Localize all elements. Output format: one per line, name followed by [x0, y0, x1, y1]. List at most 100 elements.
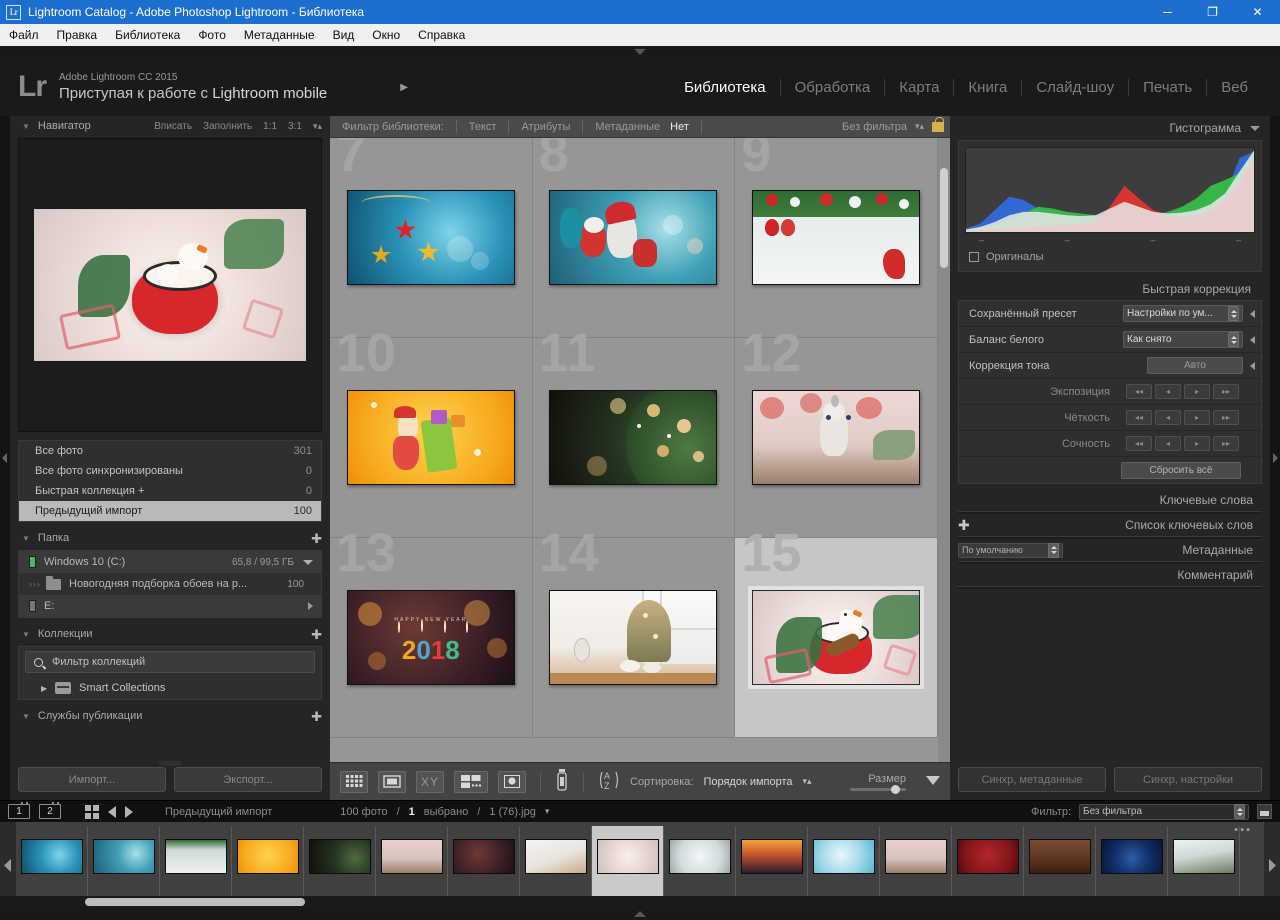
catalog-row-quick-collection[interactable]: Быстрая коллекция + 0 [19, 481, 321, 501]
exposure-increase-large[interactable]: ▸▸ [1213, 384, 1239, 399]
go-back-icon[interactable] [108, 805, 116, 818]
clarity-decrease[interactable]: ◂ [1155, 410, 1181, 425]
grid-cell[interactable]: 11 [532, 326, 736, 538]
clarity-decrease-large[interactable]: ◂◂ [1126, 410, 1152, 425]
module-print[interactable]: Печать [1128, 78, 1206, 96]
collapse-arrow-icon[interactable] [1250, 309, 1255, 318]
grid-cell[interactable]: 7 [330, 138, 533, 338]
checkbox-icon[interactable] [969, 252, 979, 262]
publish-services-header[interactable]: ▼ Службы публикации ✚ [10, 706, 330, 726]
folders-header[interactable]: ▼ Папка ✚ [10, 528, 330, 548]
collapse-arrow-icon[interactable] [1250, 361, 1255, 370]
menu-window[interactable]: Окно [363, 24, 409, 46]
right-panel-toggle[interactable] [1270, 116, 1280, 800]
histogram-chart[interactable] [965, 147, 1255, 233]
metadata-preset-select[interactable]: По умолчанию [958, 542, 1063, 558]
spray-can-icon[interactable] [555, 769, 569, 794]
originals-row[interactable]: Оригиналы [965, 245, 1255, 265]
module-book[interactable]: Книга [953, 78, 1021, 96]
toolbar-options-icon[interactable] [926, 775, 940, 788]
photo-thumbnail[interactable]: HAPPY NEW YEAR 2018 [346, 590, 515, 685]
module-slideshow[interactable]: Слайд-шоу [1021, 78, 1128, 96]
collection-filter-input[interactable]: Фильтр коллекций [25, 651, 315, 673]
export-button[interactable]: Экспорт... [174, 767, 322, 792]
photo-thumbnail[interactable] [549, 590, 718, 685]
photo-thumbnail-selected[interactable] [748, 586, 925, 689]
lock-icon[interactable] [932, 116, 944, 132]
vibrance-decrease-large[interactable]: ◂◂ [1126, 436, 1152, 451]
disclosure-triangle-icon[interactable]: ▼ [22, 712, 30, 721]
filter-tab-none[interactable]: Нет [670, 121, 689, 133]
metadata-header[interactable]: По умолчанию Метаданные [958, 539, 1262, 561]
filter-flag-icon[interactable] [1257, 804, 1272, 819]
chevron-right-icon[interactable]: ▶ [41, 684, 47, 693]
go-forward-icon[interactable] [125, 805, 133, 818]
filmstrip-source[interactable]: Предыдущий импорт [165, 806, 272, 818]
disclosure-triangle-icon[interactable] [1250, 125, 1260, 131]
stepper-icon[interactable] [1228, 332, 1239, 347]
exposure-decrease-large[interactable]: ◂◂ [1126, 384, 1152, 399]
stepper-icon[interactable] [1048, 542, 1059, 558]
compare-view-icon[interactable]: XY [416, 770, 444, 793]
menu-library[interactable]: Библиотека [106, 24, 189, 46]
maximize-button[interactable]: ❐ [1190, 0, 1235, 24]
comments-header[interactable]: Комментарий [958, 564, 1262, 586]
panel-resize-handle[interactable] [159, 761, 181, 766]
collection-smart-collections[interactable]: ▶ Smart Collections [19, 677, 321, 699]
identity-plate[interactable]: Lr Adobe Lightroom CC 2015 Приступая к р… [18, 72, 408, 103]
menu-help[interactable]: Справка [409, 24, 474, 46]
grid-cell[interactable]: 12 [735, 326, 938, 538]
add-folder-icon[interactable]: ✚ [311, 532, 322, 545]
stepper-icon[interactable] [1234, 804, 1245, 819]
grid-view-toggle-icon[interactable] [85, 804, 99, 819]
grid-scrollbar[interactable] [938, 138, 950, 762]
top-panel-toggle[interactable] [0, 46, 1280, 58]
histogram-header[interactable]: Гистограмма [950, 116, 1270, 140]
filename-dropdown-icon[interactable]: ▾ [545, 806, 550, 817]
filmstrip-filename[interactable]: 1 (76).jpg [489, 806, 535, 818]
module-web[interactable]: Веб [1206, 78, 1262, 96]
photo-thumbnail[interactable] [346, 190, 515, 285]
bottom-panel-toggle[interactable] [0, 908, 1280, 920]
chevron-down-icon[interactable] [303, 559, 313, 565]
sort-direction-icon[interactable]: AZ [598, 769, 620, 794]
exposure-increase[interactable]: ▸ [1184, 384, 1210, 399]
menu-file[interactable]: Файл [0, 24, 48, 46]
navigator-header[interactable]: ▼ Навигатор Вписать Заполнить 1:1 3:1 ▾▴ [10, 116, 330, 136]
clarity-increase[interactable]: ▸ [1184, 410, 1210, 425]
grid-cell[interactable]: 13 HAPPY NEW YEAR 2018 [330, 526, 533, 738]
minimize-button[interactable]: ─ [1145, 0, 1190, 24]
saved-preset-select[interactable]: Настройки по ум... [1123, 305, 1243, 322]
menu-photo[interactable]: Фото [189, 24, 235, 46]
photo-thumbnail[interactable] [549, 390, 718, 485]
zoom-stepper-icon[interactable]: ▾▴ [313, 121, 322, 132]
folder-volume-e[interactable]: E: [19, 595, 321, 617]
grid-scrollbar-thumb[interactable] [940, 168, 948, 268]
navigator-preview[interactable] [18, 138, 322, 432]
menu-edit[interactable]: Правка [48, 24, 107, 46]
zoom-fill[interactable]: Заполнить [203, 121, 252, 132]
folder-item[interactable]: ››› Новогодняя подборка обоев на р... 10… [19, 573, 321, 595]
module-develop[interactable]: Обработка [779, 78, 885, 96]
keyword-list-header[interactable]: ✚ Список ключевых слов [958, 514, 1262, 536]
import-button[interactable]: Импорт... [18, 767, 166, 792]
grid-cell-selected[interactable]: 15 [735, 526, 938, 738]
filter-tab-text[interactable]: Текст [469, 121, 497, 133]
filter-tab-metadata[interactable]: Метаданные [595, 121, 660, 133]
menu-metadata[interactable]: Метаданные [235, 24, 324, 46]
zoom-fit[interactable]: Вписать [154, 121, 192, 132]
filmstrip-options-icon[interactable]: ▪▪▪ [1234, 824, 1252, 836]
catalog-row-all-synced[interactable]: Все фото синхронизированы 0 [19, 461, 321, 481]
chevron-right-icon[interactable] [308, 602, 313, 610]
grid-view-icon[interactable] [340, 770, 368, 793]
catalog-row-all-photos[interactable]: Все фото 301 [19, 441, 321, 461]
loupe-view-icon[interactable] [378, 770, 406, 793]
zoom-1-1[interactable]: 1:1 [263, 121, 277, 132]
photo-thumbnail[interactable] [752, 190, 921, 285]
photo-thumbnail[interactable] [752, 390, 921, 485]
vibrance-increase[interactable]: ▸ [1184, 436, 1210, 451]
white-balance-select[interactable]: Как снято [1123, 331, 1243, 348]
add-keyword-icon[interactable]: ✚ [958, 517, 970, 534]
exposure-decrease[interactable]: ◂ [1155, 384, 1181, 399]
filmstrip-scrollbar-thumb[interactable] [85, 898, 305, 906]
